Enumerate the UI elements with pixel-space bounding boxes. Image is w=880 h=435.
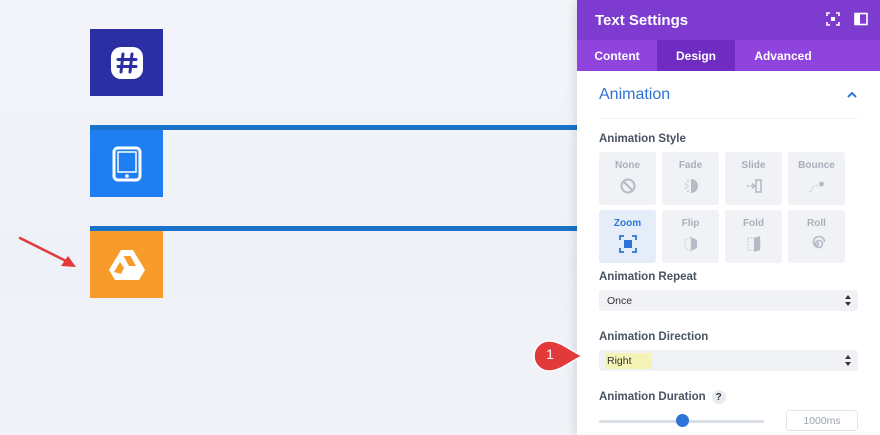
option-label: Zoom [613,218,642,229]
help-icon[interactable]: ? [711,390,726,404]
animation-group-header[interactable]: Animation [599,71,858,119]
chevron-up-icon[interactable] [846,89,858,101]
animation-option-fade[interactable]: Fade [662,152,719,205]
fade-icon [684,179,698,193]
drive-tile[interactable] [90,231,163,298]
tab-advanced[interactable]: Advanced [735,40,831,71]
select-caret-icon [845,295,851,306]
animation-style-label: Animation Style [599,133,686,145]
text-settings-panel: Text Settings Content Design Advanced An… [577,0,880,435]
roll-icon [812,235,825,249]
duration-slider-thumb[interactable] [676,414,689,427]
animation-repeat-label: Animation Repeat [599,271,697,283]
animation-option-flip[interactable]: Flip [662,210,719,263]
slide-icon [746,179,762,193]
row-divider-bar [90,125,577,130]
tab-content[interactable]: Content [577,40,657,71]
panel-header: Text Settings [577,0,880,40]
slack-tile[interactable] [90,29,163,96]
animation-direction-label: Animation Direction [599,331,709,343]
option-label: Flip [681,218,700,229]
zoom-icon [618,235,637,253]
group-title: Animation [599,85,671,103]
animation-option-fold[interactable]: Fold [725,210,782,263]
option-label: Slide [741,160,766,171]
animation-direction-select[interactable]: Right [599,350,858,371]
animation-option-bounce[interactable]: Bounce [788,152,845,205]
option-label: Bounce [798,160,835,171]
animation-style-grid: None Fade Slide Bounce Zoom Flip Fold Ro… [599,152,854,263]
row-divider-bar [90,226,577,231]
panel-title: Text Settings [595,11,689,29]
animation-option-slide[interactable]: Slide [725,152,782,205]
option-label: Fade [678,160,703,171]
builder-canvas [0,0,577,435]
google-drive-icon [108,249,145,280]
animation-option-zoom[interactable]: Zoom [599,210,656,263]
select-caret-icon [845,355,851,366]
settings-tabs: Content Design Advanced [577,40,880,71]
duration-label-text: Animation Duration [599,391,706,404]
fullscreen-icon[interactable] [826,12,840,26]
option-label: Fold [742,218,765,229]
sidebar-toggle-icon[interactable] [854,12,868,26]
tablet-tile[interactable] [90,130,163,197]
tablet-icon [112,146,141,181]
option-label: None [615,160,640,171]
flip-icon [683,236,697,252]
select-value-highlighted: Right [605,352,652,369]
animation-option-roll[interactable]: Roll [788,210,845,263]
slack-hash-icon [110,46,143,79]
option-label: Roll [807,218,826,229]
duration-input[interactable]: 1000ms [786,410,858,431]
tab-design[interactable]: Design [657,40,735,71]
animation-repeat-select[interactable]: Once [599,290,858,311]
select-value: Once [607,294,633,307]
pointer-arrow-icon [18,236,76,267]
animation-option-none[interactable]: None [599,152,656,205]
fold-icon [746,236,761,252]
animation-duration-label: Animation Duration? [599,390,726,404]
none-icon [620,178,635,194]
callout-number: 1 [546,346,554,362]
bounce-icon [808,181,824,193]
